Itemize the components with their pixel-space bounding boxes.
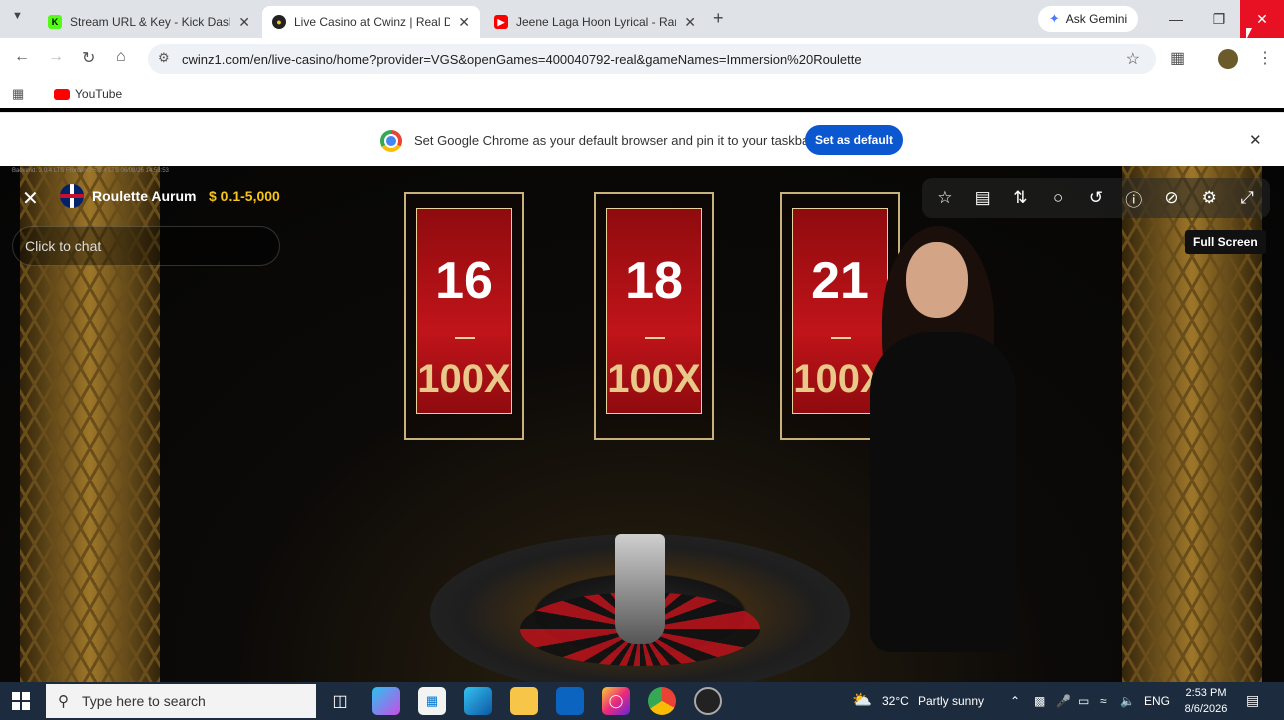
tray-app-icon[interactable]: ▩ (1034, 694, 1045, 708)
chrome-taskbar-icon[interactable] (648, 687, 676, 715)
gemini-label: Ask Gemini (1065, 12, 1128, 26)
language-indicator[interactable]: ENG (1144, 694, 1170, 708)
close-infobar-icon[interactable]: ✕ (1249, 131, 1262, 149)
chat-bubbles-icon[interactable]: ○ (1042, 182, 1074, 214)
close-tab-icon[interactable]: ✕ (684, 14, 696, 31)
tab-title: Jeene Laga Hoon Lyrical - Ram (516, 15, 677, 29)
fullscreen-tooltip: Full Screen (1185, 230, 1266, 254)
mouse-cursor (1246, 28, 1258, 40)
close-tab-icon[interactable]: ✕ (238, 14, 250, 31)
microphone-icon[interactable]: 🎤 (1056, 694, 1071, 708)
favorite-star-icon[interactable]: ☆ (929, 182, 961, 214)
uk-flag-icon (60, 184, 84, 208)
obs-icon[interactable] (694, 687, 722, 715)
edge-icon[interactable] (464, 687, 492, 715)
address-bar[interactable]: ⚙ cwinz1.com/en/live-casino/home?provide… (148, 44, 1156, 74)
weather-icon: ⛅ (852, 692, 872, 709)
home-icon[interactable]: ⌂ (116, 48, 126, 66)
default-browser-infobar: Set Google Chrome as your default browse… (0, 112, 1284, 166)
instagram-icon[interactable]: ◯ (602, 687, 630, 715)
extensions-icon[interactable]: ▦ (1170, 48, 1185, 68)
lucky-number-panel: 18 100X (594, 192, 714, 440)
weather-temp[interactable]: 32°C (882, 694, 909, 708)
windows-start-icon[interactable] (12, 692, 30, 710)
site-info-icon[interactable]: ⚙ (158, 50, 170, 66)
cwinz-icon: ● (272, 15, 286, 29)
fullscreen-icon[interactable]: ⤢ (1231, 182, 1263, 214)
weather-condition[interactable]: Partly sunny (918, 694, 984, 708)
history-icon[interactable]: ↺ (1080, 182, 1112, 214)
notifications-icon[interactable]: ▤ (1246, 692, 1259, 709)
back-icon[interactable]: ← (14, 48, 30, 66)
close-tab-icon[interactable]: ✕ (458, 14, 470, 31)
bookmark-youtube[interactable]: YouTube (54, 87, 122, 101)
lucky-number: 16 (435, 252, 493, 310)
statistics-icon[interactable]: ▤ (967, 182, 999, 214)
chat-input[interactable]: Click to chat (12, 226, 280, 266)
tab-kick[interactable]: K Stream URL & Key - Kick Dashb ✕ (38, 6, 260, 38)
lucky-multiplier: 100X (417, 357, 511, 401)
battery-icon[interactable]: ▭ (1078, 694, 1089, 708)
dealer (862, 226, 1022, 682)
gemini-icon: ✦ (1048, 11, 1060, 26)
lucky-number-panel: 16 100X (404, 192, 524, 440)
taskbar-search-input[interactable]: ⚲ Type here to search (46, 684, 316, 718)
clock-time: 2:53 PM (1185, 687, 1227, 699)
toolbar: ← → ↻ ⌂ ⚙ cwinz1.com/en/live-casino/home… (0, 38, 1284, 80)
url-text: cwinz1.com/en/live-casino/home?provider=… (182, 51, 862, 67)
bet-limits: $ 0.1-5,000 (209, 188, 280, 204)
sort-icon[interactable]: ⇅ (1004, 182, 1036, 214)
search-placeholder: Type here to search (82, 693, 206, 709)
ask-gemini-button[interactable]: ✦ Ask Gemini (1038, 6, 1138, 32)
info-icon[interactable]: ⓘ (1118, 182, 1150, 214)
lucky-multiplier: 100X (607, 357, 701, 401)
show-hidden-icons-icon[interactable]: ⌃ (1010, 694, 1020, 708)
restore-button[interactable]: ❐ (1197, 0, 1241, 38)
new-tab-button[interactable]: + (713, 8, 724, 29)
taskbar-clock[interactable]: 2:53 PM 8/6/2026 (1180, 685, 1232, 717)
reload-icon[interactable]: ↻ (82, 48, 95, 68)
bookmark-label: YouTube (75, 87, 123, 101)
close-game-icon[interactable]: ✕ (22, 186, 39, 211)
tab-cwinz[interactable]: ● Live Casino at Cwinz | Real Dea ✕ (262, 6, 480, 38)
microsoft-store-icon[interactable]: ▦ (418, 687, 446, 715)
tab-title: Stream URL & Key - Kick Dashb (70, 15, 231, 29)
youtube-icon: ▶ (494, 15, 508, 29)
infobar-text: Set Google Chrome as your default browse… (414, 133, 814, 148)
kick-icon: K (48, 15, 62, 29)
copilot-icon[interactable] (372, 687, 400, 715)
profile-avatar[interactable] (1218, 49, 1238, 69)
set-as-default-button[interactable]: Set as default (805, 125, 903, 155)
tab-search-chevron-icon[interactable]: ▼ (12, 10, 23, 22)
clock-date: 8/6/2026 (1184, 703, 1228, 715)
apps-grid-icon[interactable]: ▦ (12, 86, 24, 102)
video-off-icon[interactable]: ⊘ (1155, 182, 1187, 214)
lucky-number: 18 (625, 252, 683, 310)
file-explorer-icon[interactable] (510, 687, 538, 715)
minimize-button[interactable]: — (1154, 0, 1198, 38)
chrome-logo-icon (380, 130, 402, 152)
tab-title: Live Casino at Cwinz | Real Dea (294, 15, 451, 29)
settings-icon[interactable]: ⚙ (1193, 182, 1225, 214)
tab-strip: ▼ K Stream URL & Key - Kick Dashb ✕ ● Li… (0, 0, 1284, 38)
bookmarks-bar: ▦ YouTube (0, 80, 1284, 108)
task-view-icon[interactable]: ◫ (326, 687, 354, 715)
roulette-wheel (430, 534, 850, 682)
outlook-icon[interactable] (556, 687, 584, 715)
volume-icon[interactable]: 🔈 (1120, 694, 1135, 708)
windows-taskbar: ⚲ Type here to search ◫ ▦ ◯ ⛅ 32°C Partl… (0, 682, 1284, 720)
bookmark-star-icon[interactable]: ☆ (1126, 49, 1140, 69)
youtube-icon (54, 88, 70, 100)
wifi-icon[interactable]: ≈ (1100, 694, 1107, 708)
tab-youtube[interactable]: ▶ Jeene Laga Hoon Lyrical - Ram ✕ (484, 6, 706, 38)
game-title: Roulette Aurum (92, 188, 197, 204)
menu-icon[interactable]: ⋮ (1257, 48, 1273, 68)
version-text: Backend: 3.0.4 LTS Frontend: 5.0.4 LTS 0… (12, 168, 169, 174)
game-toolbar: ☆ ▤ ⇅ ○ ↺ ⓘ ⊘ ⚙ ⤢ (922, 178, 1270, 218)
search-icon: ⚲ (58, 693, 69, 710)
forward-icon[interactable]: → (48, 48, 64, 66)
